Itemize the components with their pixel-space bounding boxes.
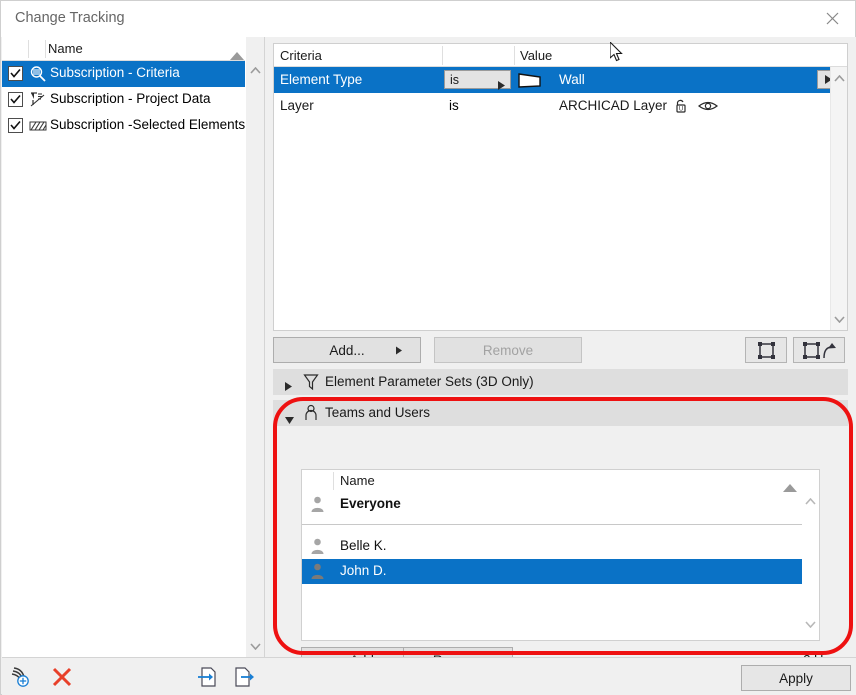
delete-subscription-icon[interactable]: [49, 665, 75, 689]
select-all-marquee-button[interactable]: [745, 337, 787, 363]
operator-dropdown[interactable]: is: [444, 70, 511, 90]
checkmark-icon: [10, 68, 21, 78]
subscriptions-toolbar: [2, 657, 265, 695]
criteria-column-label: Criteria: [280, 48, 322, 63]
criteria-row-value: ARCHICAD Layer: [559, 98, 668, 113]
chevron-down-icon[interactable]: [285, 411, 294, 429]
select-update-marquee-icon: [803, 341, 836, 359]
users-row-john-d[interactable]: John D.: [302, 559, 802, 584]
project-data-icon: [29, 91, 47, 109]
user-icon: [310, 538, 327, 555]
export-icon[interactable]: [231, 665, 257, 689]
sidebar-item-subscription-criteria[interactable]: Subscription - Criteria: [2, 61, 245, 87]
row-checkbox[interactable]: [8, 118, 23, 133]
checkmark-icon: [10, 94, 21, 104]
chevron-right-icon: [396, 343, 402, 358]
wall-shape-icon: [518, 72, 542, 93]
chevron-right-icon[interactable]: [285, 378, 292, 396]
operator-value: is: [449, 98, 459, 113]
scroll-down-arrow-icon[interactable]: [831, 310, 848, 328]
apply-button[interactable]: Apply: [741, 665, 851, 691]
scroll-up-arrow-icon[interactable]: [802, 492, 819, 510]
criteria-panel: Criteria Value Element Type is Wall Laye…: [265, 37, 856, 695]
criteria-row-name: Element Type: [280, 72, 363, 87]
criteria-table-header: Criteria Value: [274, 44, 847, 67]
criteria-table: Criteria Value Element Type is Wall Laye…: [273, 43, 848, 331]
users-row-label: John D.: [340, 563, 387, 578]
user-icon: [310, 563, 327, 580]
sidebar-item-label: Subscription - Project Data: [50, 91, 211, 106]
scroll-down-arrow-icon[interactable]: [246, 637, 265, 655]
criteria-row-value: Wall: [559, 72, 585, 87]
select-update-marquee-button[interactable]: [793, 337, 845, 363]
selected-elements-icon: [29, 117, 47, 135]
dialog-footer: Apply: [265, 657, 856, 695]
section-label: Element Parameter Sets (3D Only): [325, 374, 534, 389]
criteria-remove-button[interactable]: Remove: [434, 337, 582, 363]
users-row-everyone[interactable]: Everyone: [302, 492, 802, 517]
row-checkbox[interactable]: [8, 66, 23, 81]
users-scrollbar[interactable]: [802, 470, 819, 640]
users-list-divider: [302, 524, 802, 525]
subscriptions-panel: Name Subscription - Criteria Subscriptio…: [2, 37, 265, 657]
section-element-parameter-sets[interactable]: Element Parameter Sets (3D Only): [273, 369, 848, 395]
criteria-add-label: Add...: [329, 342, 365, 358]
row-checkbox[interactable]: [8, 92, 23, 107]
criteria-row-layer[interactable]: Layer is ARCHICAD Layer U: [274, 93, 847, 119]
operator-value: is: [450, 73, 460, 87]
subscriptions-column-header: Name: [2, 37, 265, 61]
users-row-label: Belle K.: [340, 538, 387, 553]
checkmark-icon: [10, 120, 21, 130]
funnel-filter-icon: [303, 373, 321, 391]
title-bar: Change Tracking: [1, 1, 855, 37]
criteria-remove-label: Remove: [482, 342, 534, 358]
sidebar-item-label: Subscription -Selected Elements: [50, 117, 246, 132]
sidebar-item-subscription-selected-elements[interactable]: Subscription -Selected Elements: [2, 113, 245, 139]
criteria-scrollbar[interactable]: [830, 67, 847, 330]
users-name-column-label: Name: [340, 473, 375, 488]
svg-text:U: U: [679, 107, 683, 113]
scroll-up-arrow-icon[interactable]: [831, 69, 848, 87]
users-table-header: Name: [302, 470, 819, 492]
users-row-belle-k[interactable]: Belle K.: [302, 534, 802, 559]
scroll-up-arrow-icon[interactable]: [246, 61, 265, 79]
scroll-down-arrow-icon[interactable]: [802, 615, 819, 633]
criteria-row-element-type[interactable]: Element Type is Wall: [274, 67, 847, 93]
value-column-label: Value: [520, 48, 553, 63]
new-subscription-icon[interactable]: [10, 665, 36, 689]
subscriptions-name-column-label: Name: [48, 41, 83, 56]
user-icon: [310, 496, 327, 513]
close-button[interactable]: [809, 1, 855, 36]
subscriptions-scrollbar[interactable]: [245, 37, 264, 657]
section-label: Teams and Users: [325, 405, 431, 420]
users-table: Name Everyone Belle K. John D.: [301, 469, 820, 641]
sidebar-item-label: Subscription - Criteria: [50, 65, 180, 80]
criteria-row-name: Layer: [280, 98, 314, 113]
person-outline-icon: [303, 404, 321, 422]
select-all-marquee-icon: [757, 341, 775, 359]
sidebar-item-subscription-project-data[interactable]: Subscription - Project Data: [2, 87, 245, 113]
change-tracking-dialog: Change Tracking Name Subscription - Crit…: [0, 0, 856, 695]
criteria-add-button[interactable]: Add...: [273, 337, 421, 363]
users-row-label: Everyone: [340, 496, 401, 511]
lock-icon[interactable]: U: [672, 97, 692, 115]
eye-icon[interactable]: [698, 97, 718, 115]
apply-label: Apply: [779, 670, 813, 686]
close-icon: [826, 12, 838, 25]
criteria-magnifier-icon: [29, 65, 47, 83]
window-title: Change Tracking: [15, 10, 125, 26]
section-teams-and-users[interactable]: Teams and Users: [273, 400, 848, 426]
import-icon[interactable]: [195, 665, 221, 689]
